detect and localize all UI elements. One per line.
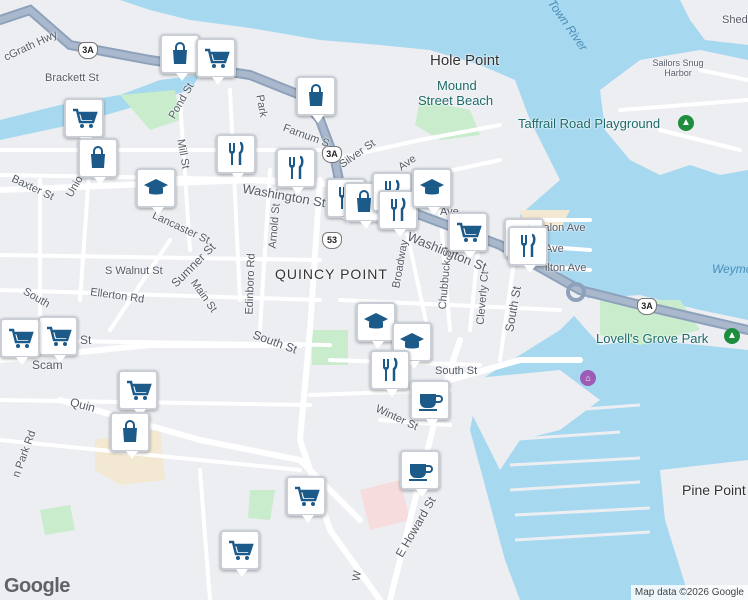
label-hole-point: Hole Point (430, 52, 500, 69)
marker-restaurant-2[interactable] (276, 148, 316, 195)
shopping-cart-icon (124, 376, 152, 404)
marker-restaurant-7[interactable] (508, 226, 548, 273)
street-w: W (350, 569, 365, 583)
marker-restaurant-8[interactable] (370, 350, 410, 397)
label-lovells-grove-park: Lovell's Grove Park (596, 331, 709, 346)
google-logo[interactable]: Google (4, 575, 70, 598)
shopping-bag-icon (302, 82, 330, 110)
marker-shopping-cart-8[interactable] (220, 530, 260, 577)
restaurant-icon (222, 140, 250, 168)
marker-school-2[interactable] (412, 168, 452, 215)
marker-school-3[interactable] (356, 302, 396, 349)
route-53-shield: 53 (322, 232, 342, 249)
route-3a-shield-nw: 3A (78, 42, 98, 59)
shopping-cart-icon (454, 218, 482, 246)
street-hilton: ilton Ave (545, 262, 587, 274)
park-icon: ▲ (678, 115, 694, 131)
label-mound-1: Mound (437, 78, 477, 93)
label-sailors-snug-harbor: Sailors Snug Harbor (652, 58, 704, 78)
marker-shopping-cart-5[interactable] (38, 316, 78, 363)
restaurant-icon (376, 356, 404, 384)
label-quincy-point: QUINCY POINT (275, 266, 388, 282)
park-south (248, 490, 275, 520)
shopping-cart-icon (292, 482, 320, 510)
shopping-cart-icon (70, 104, 98, 132)
marker-shopping-cart-3[interactable] (448, 212, 488, 259)
shopping-cart-icon (226, 536, 254, 564)
marker-shopping-cart-7[interactable] (286, 476, 326, 523)
marker-cafe-2[interactable] (400, 450, 440, 497)
park-icon-2: ▲ (724, 328, 740, 344)
shopping-bag-icon (166, 40, 194, 68)
cafe-icon (416, 386, 444, 414)
marker-shopping-bag-3[interactable] (78, 138, 118, 185)
street-brackett: Brackett St (45, 72, 99, 84)
shopping-cart-icon (6, 324, 34, 352)
shopping-cart-icon (202, 44, 230, 72)
label-shed: Shed (722, 14, 748, 26)
park-southwest (40, 505, 75, 535)
street-scammell-2: St (80, 333, 92, 347)
street-south-mid: South St (435, 365, 478, 377)
marker-shopping-cart-6[interactable] (0, 318, 40, 365)
street-s-walnut: S Walnut St (105, 265, 163, 277)
label-pine-point: Pine Point (682, 482, 746, 498)
restaurant-icon (514, 232, 542, 260)
marker-shopping-cart-2[interactable] (64, 98, 104, 145)
marker-shopping-bag-5[interactable] (110, 412, 150, 459)
marker-cafe-1[interactable] (410, 380, 450, 427)
marker-shopping-bag-2[interactable] (296, 76, 336, 123)
shopping-bag-icon (84, 144, 112, 172)
marker-shopping-cart-1[interactable] (196, 38, 236, 85)
map-canvas[interactable]: 3A 3A 3A 53 QUINCY POINT Hole Point Pine… (0, 0, 748, 600)
shopping-cart-icon (44, 322, 72, 350)
label-taffrail-road-playground: Taffrail Road Playground (518, 116, 661, 131)
school-icon (418, 174, 446, 202)
marker-shopping-cart-4[interactable] (118, 370, 158, 417)
marker-school-1[interactable] (136, 168, 176, 215)
label-weymouth: Weymo (712, 262, 748, 276)
school-icon (362, 308, 390, 336)
street-edinboro: Edinboro Rd (243, 253, 258, 315)
restaurant-icon (384, 196, 412, 224)
school-icon (142, 174, 170, 202)
label-mound-2: Street Beach (418, 93, 494, 108)
route-3a-shield-e: 3A (637, 298, 657, 315)
cafe-icon (406, 456, 434, 484)
shopping-bag-icon (116, 418, 144, 446)
restaurant-icon (282, 154, 310, 182)
map-attribution[interactable]: Map data ©2026 Google (630, 585, 748, 600)
marker-restaurant-1[interactable] (216, 134, 256, 181)
marker-shopping-bag-1[interactable] (160, 34, 200, 81)
museum-icon: ⌂ (580, 370, 596, 386)
